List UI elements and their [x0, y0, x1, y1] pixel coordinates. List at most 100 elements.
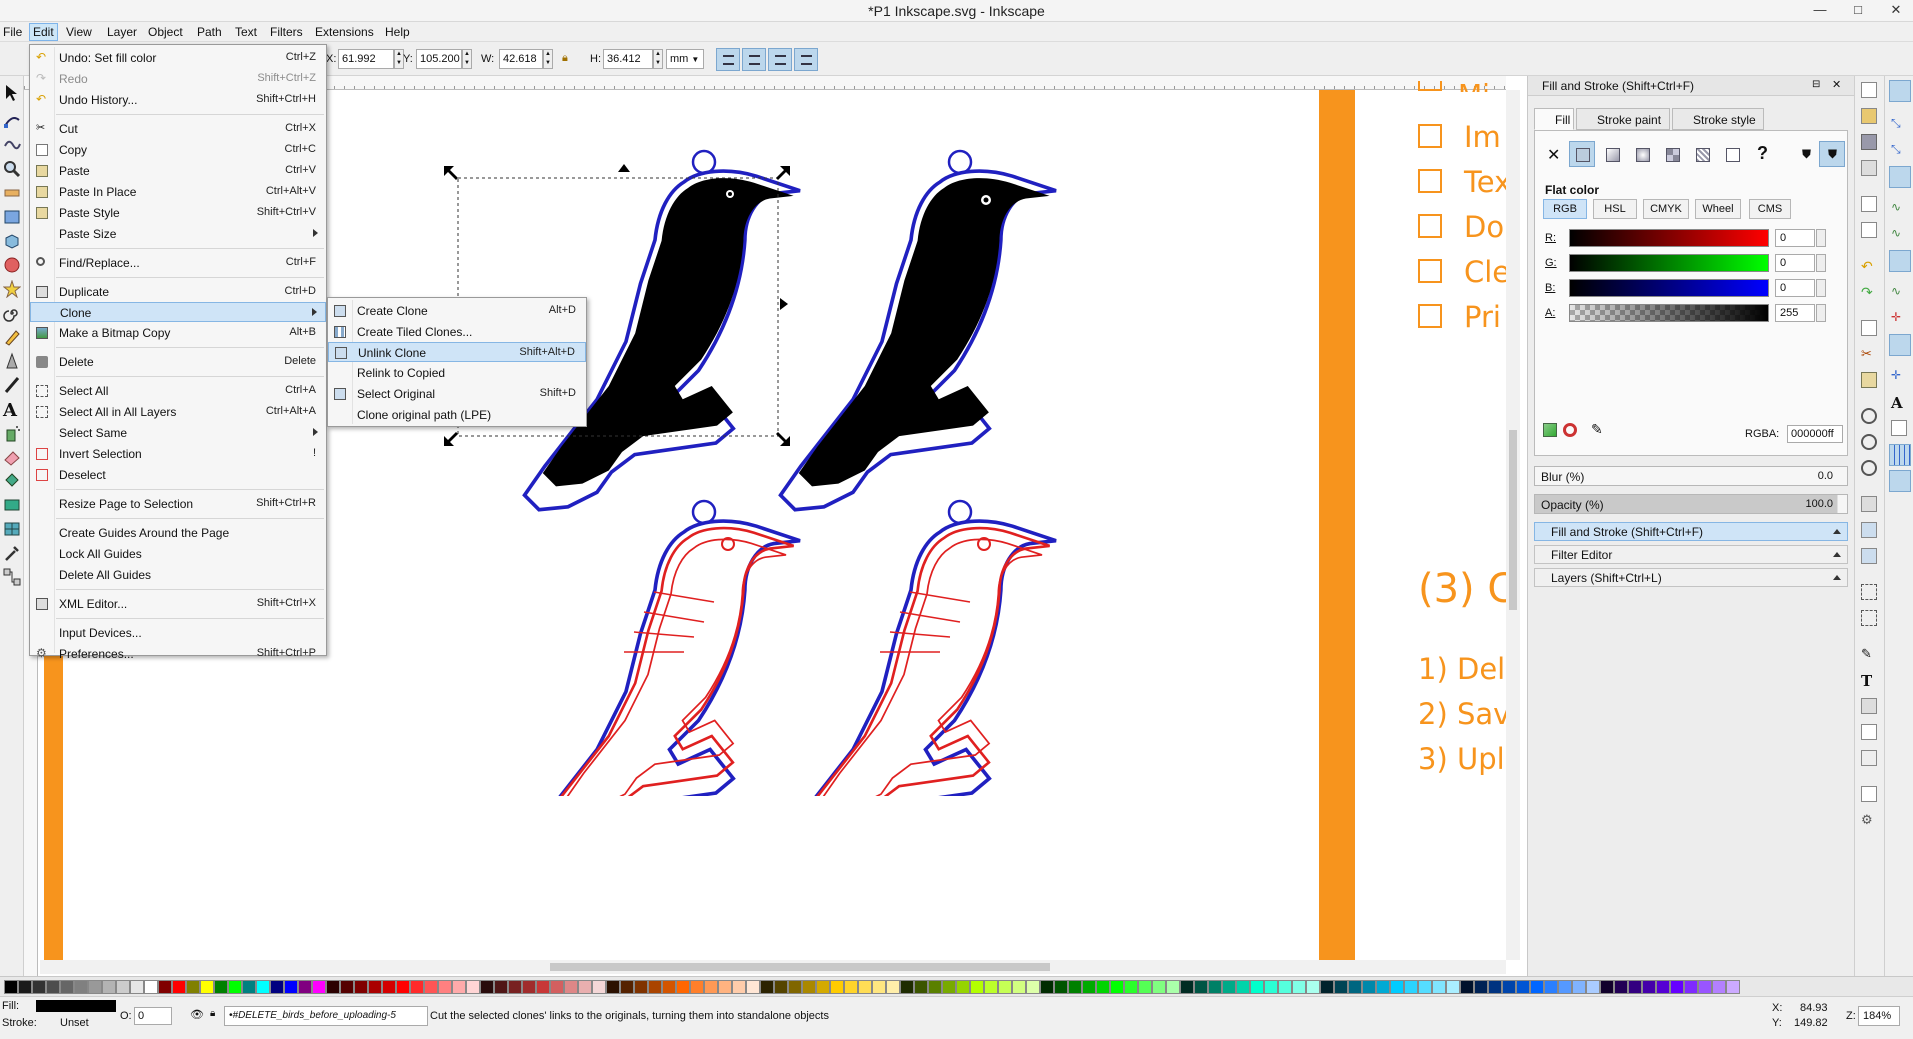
color-swatch[interactable] [522, 980, 536, 994]
color-swatch[interactable] [1096, 980, 1110, 994]
color-swatch[interactable] [1390, 980, 1404, 994]
color-swatch[interactable] [1502, 980, 1516, 994]
color-swatch[interactable] [172, 980, 186, 994]
color-swatch[interactable] [1558, 980, 1572, 994]
color-swatch[interactable] [1432, 980, 1446, 994]
align-distribute-icon[interactable] [1861, 750, 1877, 766]
color-swatch[interactable] [830, 980, 844, 994]
color-swatch[interactable] [592, 980, 606, 994]
paste-icon[interactable] [1861, 372, 1877, 388]
mesh-tool-icon[interactable] [3, 520, 21, 538]
clone-icon[interactable] [1861, 522, 1877, 538]
minimize-icon[interactable]: — [1800, 0, 1840, 22]
spray-tool-icon[interactable] [3, 424, 21, 442]
duplicate-icon[interactable] [1861, 496, 1877, 512]
color-swatch[interactable] [1516, 980, 1530, 994]
color-swatch[interactable] [690, 980, 704, 994]
g-slider[interactable] [1569, 254, 1769, 272]
zoom-input[interactable]: 184% [1858, 1006, 1900, 1026]
color-swatch[interactable] [1488, 980, 1502, 994]
color-swatch[interactable] [270, 980, 284, 994]
color-swatch[interactable] [928, 980, 942, 994]
snap-path-intersection-icon[interactable]: ∿ [1891, 226, 1907, 242]
color-swatch[interactable] [1684, 980, 1698, 994]
undo-icon[interactable]: ↶ [1861, 258, 1877, 274]
move-patterns-button[interactable] [794, 48, 818, 71]
r-spinner[interactable] [1816, 229, 1826, 247]
dropper-tool-icon[interactable] [3, 544, 21, 562]
color-swatch[interactable] [942, 980, 956, 994]
g-spinner[interactable] [1816, 254, 1826, 272]
scale-corners-button[interactable] [742, 48, 766, 71]
color-swatch[interactable] [242, 980, 256, 994]
ellipse-tool-icon[interactable] [3, 256, 21, 274]
star-tool-icon[interactable] [3, 280, 21, 298]
menu-item-tiled-clones[interactable]: Create Tiled Clones... [328, 322, 586, 342]
layer-select[interactable]: •#DELETE_birds_before_uploading-5 [224, 1006, 428, 1026]
dock-iconify-icon[interactable]: ⊟ [1812, 79, 1820, 90]
h-spinner[interactable]: ▲ ▼ [653, 49, 663, 69]
mode-wheel[interactable]: Wheel [1695, 199, 1741, 219]
tab-fill[interactable]: Fill [1534, 108, 1574, 130]
menu-item-invert-selection[interactable]: Invert Selection! [30, 444, 326, 464]
color-swatch[interactable] [1278, 980, 1292, 994]
color-swatch[interactable] [424, 980, 438, 994]
color-swatch[interactable] [984, 980, 998, 994]
color-swatch[interactable] [970, 980, 984, 994]
color-managed-icon[interactable] [1543, 423, 1557, 437]
color-swatch[interactable] [116, 980, 130, 994]
color-swatch[interactable] [494, 980, 508, 994]
print-icon[interactable] [1861, 160, 1877, 176]
color-swatch[interactable] [956, 980, 970, 994]
color-swatch[interactable] [466, 980, 480, 994]
menu-text[interactable]: Text [235, 25, 257, 39]
color-swatch[interactable] [1628, 980, 1642, 994]
color-swatch[interactable] [186, 980, 200, 994]
menu-item-redo[interactable]: ↷ Redo Shift+Ctrl+Z [30, 69, 326, 89]
menu-item-copy[interactable]: Copy Ctrl+C [30, 140, 326, 160]
status-opacity-input[interactable]: 0 [134, 1007, 172, 1025]
menu-item-resize-page[interactable]: Resize Page to Selection Shift+Ctrl+R [30, 494, 326, 514]
menu-item-deselect[interactable]: Deselect [30, 465, 326, 485]
menu-file[interactable]: File [3, 25, 22, 39]
selector-tool-icon[interactable] [3, 84, 21, 102]
color-swatch[interactable] [1642, 980, 1656, 994]
menu-item-delete[interactable]: Delete Delete [30, 352, 326, 372]
snap-midpoint-icon[interactable]: ✛ [1891, 310, 1907, 326]
vertical-scrollbar[interactable] [1506, 90, 1520, 960]
blur-slider[interactable]: Blur (%) 0.0 [1534, 466, 1848, 486]
color-swatch[interactable] [1166, 980, 1180, 994]
color-swatch[interactable] [1460, 980, 1474, 994]
snap-nodes-icon[interactable] [1889, 166, 1911, 188]
snap-path-icon[interactable]: ∿ [1891, 200, 1907, 216]
menu-item-relink[interactable]: Relink to Copied [328, 363, 586, 383]
menu-item-duplicate[interactable]: Duplicate Ctrl+D [30, 282, 326, 302]
color-swatch[interactable] [802, 980, 816, 994]
a-slider[interactable] [1569, 304, 1769, 322]
ungroup-icon[interactable] [1861, 610, 1877, 626]
menu-filters[interactable]: Filters [270, 25, 303, 39]
g-input[interactable]: 0 [1775, 254, 1815, 272]
color-swatch[interactable] [1376, 980, 1390, 994]
pattern-icon[interactable] [1689, 141, 1715, 167]
lock-icon[interactable]: 🔒︎ [562, 52, 568, 65]
color-swatch[interactable] [102, 980, 116, 994]
color-picker-icon[interactable]: ✎ [1591, 421, 1603, 438]
flat-color-icon[interactable] [1569, 141, 1595, 167]
color-swatch[interactable] [1348, 980, 1362, 994]
color-swatch[interactable] [130, 980, 144, 994]
color-swatch[interactable] [550, 980, 564, 994]
color-swatch[interactable] [354, 980, 368, 994]
color-swatch[interactable] [46, 980, 60, 994]
color-swatch[interactable] [1320, 980, 1334, 994]
connector-tool-icon[interactable] [3, 568, 21, 586]
color-swatch[interactable] [158, 980, 172, 994]
color-swatch[interactable] [410, 980, 424, 994]
cut-icon[interactable]: ✂ [1861, 346, 1877, 362]
menu-item-select-all-layers[interactable]: Select All in All Layers Ctrl+Alt+A [30, 402, 326, 422]
color-swatch[interactable] [438, 980, 452, 994]
unset-paint-icon[interactable]: ? [1749, 141, 1775, 167]
menu-object[interactable]: Object [148, 25, 183, 39]
color-swatch[interactable] [1712, 980, 1726, 994]
text-tool-icon[interactable]: A [3, 400, 21, 421]
